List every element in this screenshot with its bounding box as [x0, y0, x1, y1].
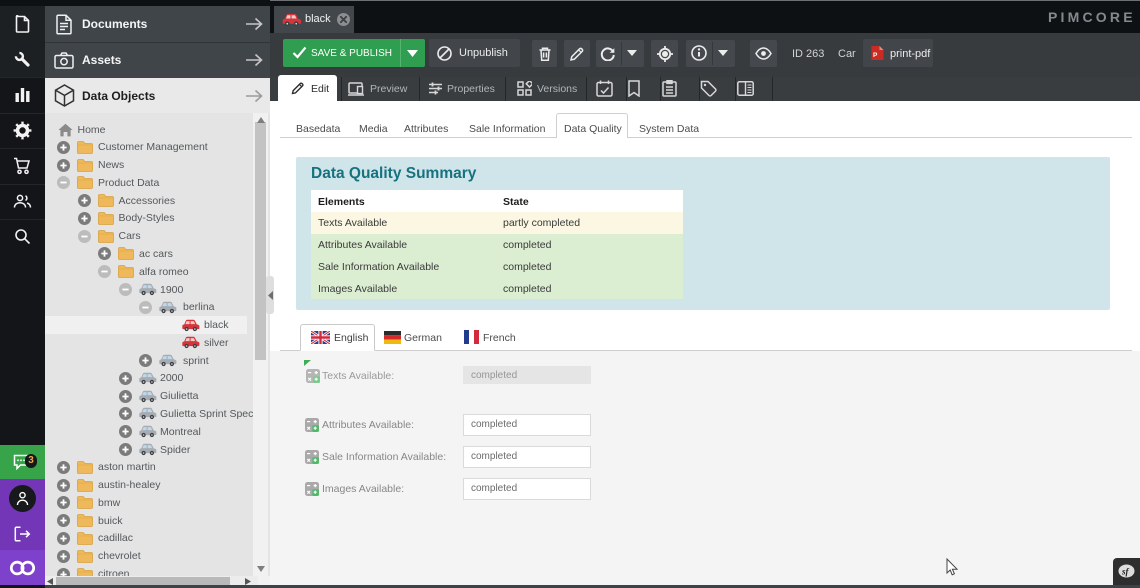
svg-text:sf: sf — [1121, 567, 1130, 577]
svg-text:P: P — [873, 52, 878, 59]
